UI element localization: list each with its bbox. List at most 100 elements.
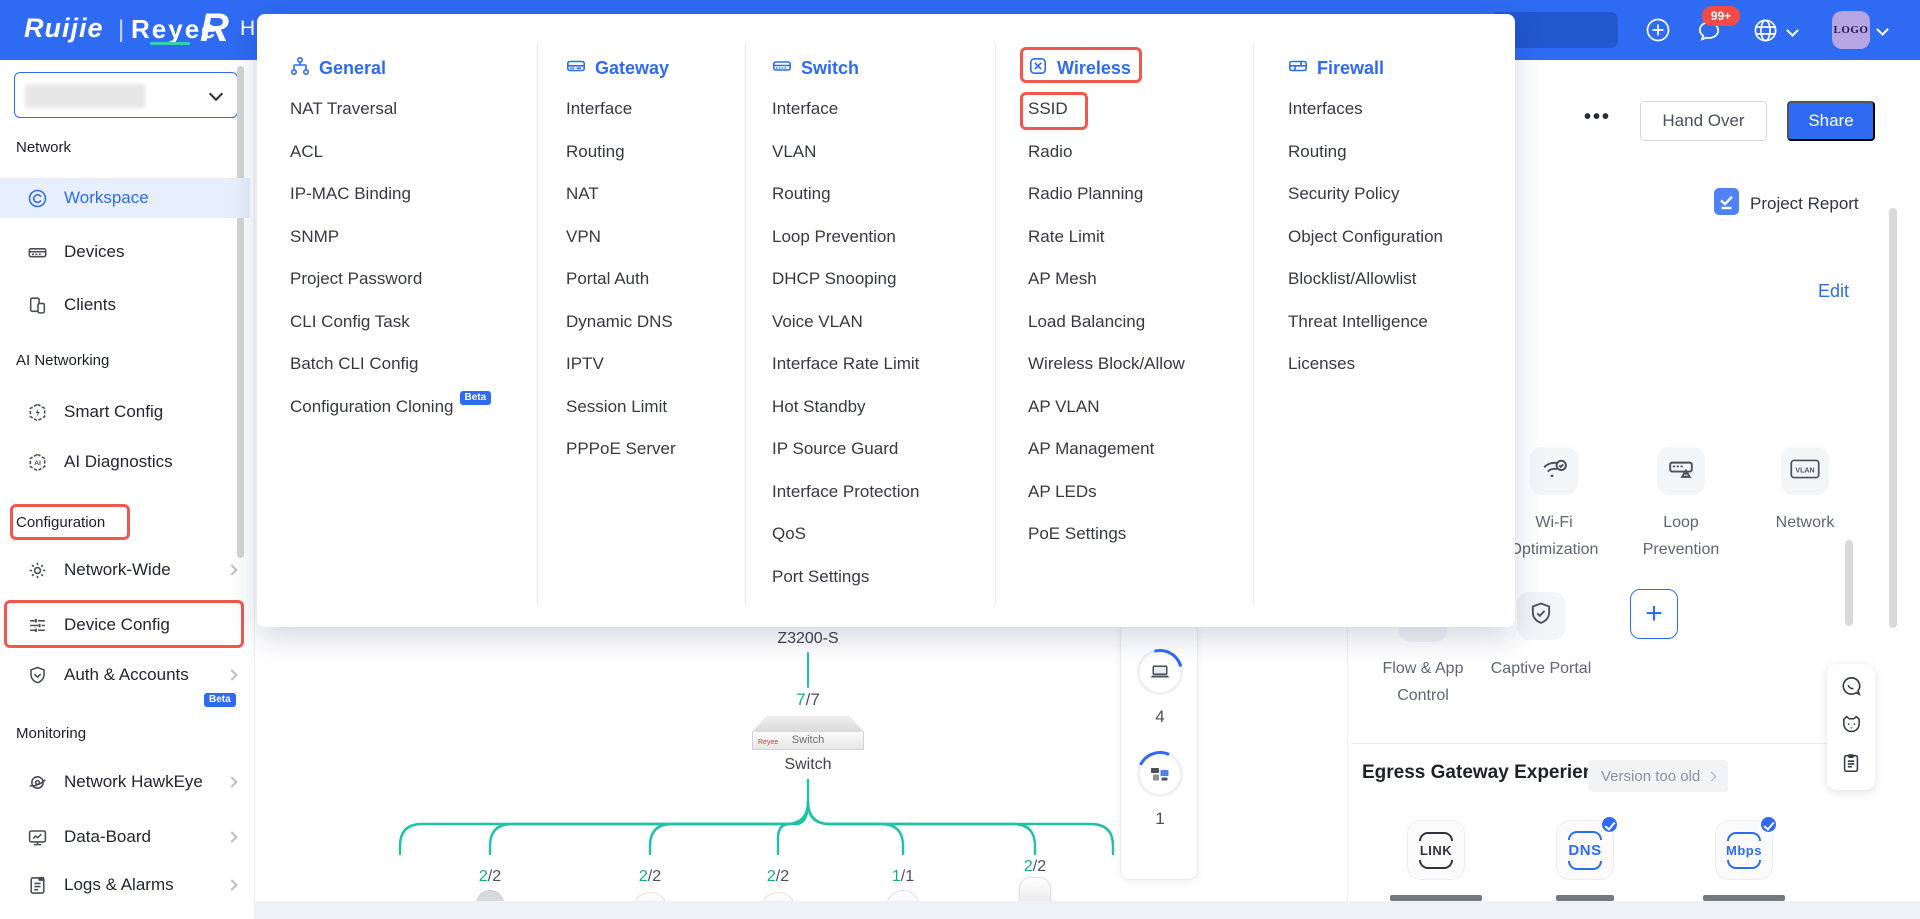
- menu-item[interactable]: Load Balancing: [1028, 301, 1273, 344]
- menu-item[interactable]: NAT Traversal: [290, 88, 535, 131]
- menu-item[interactable]: AP LEDs: [1028, 471, 1273, 514]
- menu-item[interactable]: Blocklist/Allowlist: [1288, 258, 1533, 301]
- fox-assistant-icon[interactable]: [1840, 714, 1863, 742]
- add-quick-config-button[interactable]: +: [1630, 589, 1678, 639]
- egress-gateway-title: Egress Gateway Experience: [1362, 762, 1615, 784]
- panel-scrollbar[interactable]: [1845, 540, 1853, 626]
- menu-item[interactable]: IP-MAC Binding: [290, 173, 535, 216]
- menu-item[interactable]: QoS: [772, 513, 1017, 556]
- egress-link-tile[interactable]: LINK: [1407, 820, 1465, 880]
- loop-prevention-tile[interactable]: [1657, 447, 1705, 495]
- switch-warning-icon: [1667, 455, 1695, 488]
- menu-item[interactable]: Security Policy: [1288, 173, 1533, 216]
- network-vlan-tile[interactable]: VLAN: [1781, 447, 1829, 495]
- wifi-optimization-tile[interactable]: [1530, 447, 1578, 495]
- menu-item[interactable]: Radio Planning: [1028, 173, 1273, 216]
- menu-item[interactable]: Interface: [772, 88, 1017, 131]
- menu-item[interactable]: AP VLAN: [1028, 386, 1273, 429]
- devices-icon: [26, 241, 48, 263]
- menu-item[interactable]: Configuration Cloning Beta: [290, 386, 535, 429]
- captive-portal-tile[interactable]: [1517, 592, 1565, 640]
- sidebar-item-device-config[interactable]: Device Config: [0, 605, 250, 645]
- arc-decoration: [1727, 860, 1761, 869]
- menu-item[interactable]: Routing: [772, 173, 1017, 216]
- sidebar-item-devices[interactable]: Devices: [0, 232, 250, 272]
- sidebar-item-smart-config[interactable]: Smart Config: [0, 392, 250, 432]
- language-chevron-down-icon[interactable]: [1786, 24, 1799, 37]
- menu-item[interactable]: Batch CLI Config: [290, 343, 535, 386]
- menu-item[interactable]: CLI Config Task: [290, 301, 535, 344]
- menu-item[interactable]: AP Mesh: [1028, 258, 1273, 301]
- svg-text:VLAN: VLAN: [1795, 466, 1814, 474]
- menu-item[interactable]: IP Source Guard: [772, 428, 1017, 471]
- menu-item[interactable]: Interface Rate Limit: [772, 343, 1017, 386]
- menu-column-title-wireless[interactable]: Wireless: [1028, 54, 1273, 82]
- menu-item[interactable]: Routing: [1288, 131, 1533, 174]
- menu-column-title-text: General: [319, 58, 386, 79]
- sidebar-item-ai-diagnostics[interactable]: AI AI Diagnostics: [0, 442, 250, 482]
- switch-device[interactable]: Reyee Switch: [752, 716, 864, 750]
- version-too-old-tag[interactable]: Version too old: [1588, 760, 1728, 792]
- menu-item[interactable]: Voice VLAN: [772, 301, 1017, 344]
- sidebar-item-auth-accounts[interactable]: Auth & Accounts: [0, 655, 250, 695]
- menu-item[interactable]: Rate Limit: [1028, 216, 1273, 259]
- project-report-link[interactable]: Project Report: [1714, 188, 1859, 220]
- menu-item[interactable]: Licenses: [1288, 343, 1533, 386]
- laptop-count: 4: [1121, 707, 1199, 727]
- menu-item[interactable]: Interface Protection: [772, 471, 1017, 514]
- menu-item[interactable]: VLAN: [772, 131, 1017, 174]
- account-chevron-down-icon[interactable]: [1876, 23, 1889, 36]
- more-actions-button[interactable]: •••: [1584, 106, 1611, 129]
- add-circle-icon[interactable]: [1645, 17, 1671, 48]
- menu-item[interactable]: ACL: [290, 131, 535, 174]
- menu-item[interactable]: Object Configuration: [1288, 216, 1533, 259]
- menu-column-title-switch[interactable]: Switch: [772, 54, 1017, 82]
- sidebar-item-network-hawkeye[interactable]: Network HawkEye: [0, 762, 250, 802]
- sidebar-item-workspace[interactable]: Workspace: [0, 178, 250, 218]
- brand-separator: |: [118, 16, 124, 44]
- menu-item[interactable]: Interfaces: [1288, 88, 1533, 131]
- edit-link[interactable]: Edit: [1818, 281, 1849, 302]
- language-globe-icon[interactable]: [1752, 17, 1779, 49]
- sidebar-item-label: Device Config: [64, 615, 170, 635]
- nav-item-partial[interactable]: H: [240, 17, 255, 41]
- menu-item[interactable]: Threat Intelligence: [1288, 301, 1533, 344]
- sidebar-item-data-board[interactable]: Data-Board: [0, 817, 250, 857]
- menu-item[interactable]: Loop Prevention: [772, 216, 1017, 259]
- switch-device-front: Reyee Switch: [752, 732, 864, 750]
- menu-item[interactable]: Radio: [1028, 131, 1273, 174]
- sidebar-item-clients[interactable]: Clients: [0, 285, 250, 325]
- menu-item[interactable]: AP Management: [1028, 428, 1273, 471]
- sidebar-item-logs-alarms[interactable]: Logs & Alarms: [0, 865, 250, 905]
- menu-item[interactable]: Project Password: [290, 258, 535, 301]
- menu-item[interactable]: Port Settings: [772, 556, 1017, 599]
- menu-item[interactable]: Hot Standby: [772, 386, 1017, 429]
- ap-device[interactable]: [1019, 877, 1051, 903]
- egress-dns-tile[interactable]: DNS: [1556, 820, 1614, 880]
- chevron-right-icon: [1707, 771, 1717, 781]
- menu-column-firewall: Firewall Interfaces Routing Security Pol…: [1288, 54, 1533, 386]
- menu-item[interactable]: PoE Settings: [1028, 513, 1273, 556]
- sidebar-item-label: Data-Board: [64, 827, 151, 847]
- ai-diagnostics-icon: AI: [26, 451, 48, 473]
- menu-column-title-general[interactable]: General: [290, 54, 535, 82]
- menu-item[interactable]: Wireless Block/Allow: [1028, 343, 1273, 386]
- sidebar-item-network-wide[interactable]: Network-Wide: [0, 550, 250, 590]
- share-button[interactable]: Share: [1787, 101, 1875, 141]
- hand-over-button[interactable]: Hand Over: [1640, 101, 1767, 141]
- root-device-label[interactable]: Z3200-S: [748, 630, 868, 648]
- arc-decoration: [1568, 831, 1602, 840]
- egress-mbps-tile[interactable]: Mbps: [1715, 820, 1773, 880]
- menu-item-ssid[interactable]: SSID: [1028, 88, 1273, 131]
- menu-column-title-firewall[interactable]: Firewall: [1288, 54, 1533, 82]
- floating-support-toolbar: [1827, 664, 1875, 790]
- firewall-icon: [1288, 56, 1308, 81]
- menu-item[interactable]: SNMP: [290, 216, 535, 259]
- page-scrollbar[interactable]: [1889, 208, 1897, 628]
- arc-decoration: [1727, 832, 1761, 841]
- account-avatar[interactable]: LOGO: [1832, 11, 1870, 49]
- menu-item[interactable]: DHCP Snooping: [772, 258, 1017, 301]
- support-chat-icon[interactable]: [1840, 675, 1863, 703]
- clipboard-icon[interactable]: [1840, 752, 1862, 779]
- network-selector-dropdown[interactable]: [14, 72, 238, 118]
